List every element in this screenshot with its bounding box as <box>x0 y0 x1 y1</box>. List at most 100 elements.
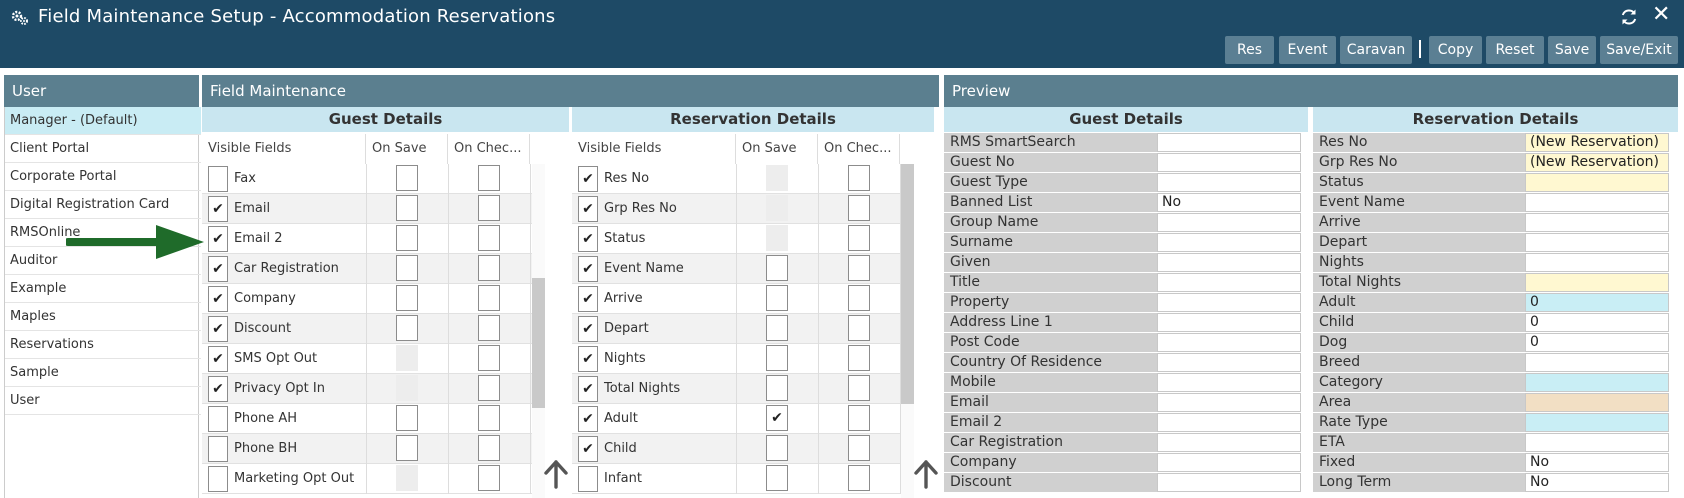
visible-checkbox[interactable]: ✔ <box>208 256 228 282</box>
on-check-in-checkbox[interactable] <box>478 165 500 191</box>
preview-field-input[interactable] <box>1525 433 1669 452</box>
visible-checkbox[interactable]: ✔ <box>578 346 598 372</box>
user-item[interactable]: Maples <box>5 303 201 331</box>
visible-checkbox[interactable] <box>578 466 598 492</box>
user-item[interactable]: Auditor <box>5 247 201 275</box>
user-item[interactable]: Digital Registration Card <box>5 191 201 219</box>
visible-checkbox[interactable]: ✔ <box>578 286 598 312</box>
on-save-checkbox[interactable]: ✔ <box>766 405 788 431</box>
preview-field-input[interactable] <box>1157 293 1301 312</box>
preview-field-input[interactable] <box>1525 353 1669 372</box>
preview-field-input[interactable] <box>1525 413 1669 432</box>
visible-checkbox[interactable]: ✔ <box>208 196 228 222</box>
caravan-button[interactable]: Caravan <box>1340 36 1412 64</box>
save-exit-button[interactable]: Save/Exit <box>1600 36 1678 64</box>
visible-checkbox[interactable]: ✔ <box>578 226 598 252</box>
preview-field-input[interactable] <box>1157 313 1301 332</box>
user-item[interactable]: Corporate Portal <box>5 163 201 191</box>
preview-field-input[interactable] <box>1525 233 1669 252</box>
preview-field-input[interactable] <box>1157 453 1301 472</box>
preview-field-input[interactable] <box>1157 213 1301 232</box>
visible-checkbox[interactable] <box>208 436 228 462</box>
on-check-in-checkbox[interactable] <box>848 195 870 221</box>
up-arrow-icon[interactable] <box>543 459 569 489</box>
visible-checkbox[interactable]: ✔ <box>578 316 598 342</box>
on-check-in-checkbox[interactable] <box>478 435 500 461</box>
guest-on-save-column[interactable]: On Save <box>366 134 448 164</box>
preview-field-input[interactable] <box>1157 173 1301 192</box>
visible-checkbox[interactable]: ✔ <box>578 436 598 462</box>
on-check-in-checkbox[interactable] <box>848 255 870 281</box>
on-save-checkbox[interactable] <box>396 285 418 311</box>
on-save-checkbox[interactable] <box>396 315 418 341</box>
preview-field-input[interactable] <box>1157 373 1301 392</box>
preview-field-input[interactable]: 0 <box>1525 333 1669 352</box>
on-check-in-checkbox[interactable] <box>848 465 870 491</box>
preview-field-input[interactable]: (New Reservation) <box>1525 133 1669 152</box>
guest-scrollbar-thumb[interactable] <box>532 278 545 408</box>
preview-field-input[interactable] <box>1157 153 1301 172</box>
visible-checkbox[interactable]: ✔ <box>578 406 598 432</box>
on-save-checkbox[interactable] <box>766 375 788 401</box>
on-save-checkbox[interactable] <box>396 225 418 251</box>
preview-field-input[interactable]: No <box>1525 473 1669 492</box>
res-visible-fields-column[interactable]: Visible Fields <box>572 134 736 164</box>
preview-field-input[interactable] <box>1157 253 1301 272</box>
refresh-icon[interactable] <box>1619 7 1639 27</box>
user-item[interactable]: Example <box>5 275 201 303</box>
preview-field-input[interactable]: (New Reservation) <box>1525 153 1669 172</box>
visible-checkbox[interactable]: ✔ <box>208 226 228 252</box>
user-item[interactable]: Client Portal <box>5 135 201 163</box>
on-save-checkbox[interactable] <box>396 255 418 281</box>
preview-field-input[interactable]: 0 <box>1525 293 1669 312</box>
user-item[interactable]: RMSOnline <box>5 219 201 247</box>
on-check-in-checkbox[interactable] <box>478 285 500 311</box>
on-check-in-checkbox[interactable] <box>848 165 870 191</box>
preview-field-input[interactable] <box>1525 273 1669 292</box>
on-save-checkbox[interactable] <box>396 165 418 191</box>
reservation-scrollbar[interactable] <box>901 164 914 498</box>
up-arrow-icon[interactable] <box>913 459 939 489</box>
on-save-checkbox[interactable] <box>766 465 788 491</box>
preview-field-input[interactable] <box>1157 393 1301 412</box>
on-check-in-checkbox[interactable] <box>848 345 870 371</box>
user-item[interactable]: Reservations <box>5 331 201 359</box>
close-icon[interactable]: ✕ <box>1652 2 1670 27</box>
res-button[interactable]: Res <box>1225 36 1274 64</box>
visible-checkbox[interactable]: ✔ <box>578 196 598 222</box>
on-check-in-checkbox[interactable] <box>848 435 870 461</box>
preview-field-input[interactable]: 0 <box>1525 313 1669 332</box>
preview-field-input[interactable] <box>1157 413 1301 432</box>
res-on-check-column[interactable]: On Chec... <box>818 134 900 164</box>
preview-field-input[interactable] <box>1157 233 1301 252</box>
preview-field-input[interactable] <box>1525 173 1669 192</box>
preview-field-input[interactable] <box>1525 373 1669 392</box>
visible-checkbox[interactable]: ✔ <box>578 376 598 402</box>
on-check-in-checkbox[interactable] <box>478 405 500 431</box>
visible-checkbox[interactable] <box>208 466 228 492</box>
on-check-in-checkbox[interactable] <box>478 375 500 401</box>
preview-field-input[interactable] <box>1525 193 1669 212</box>
on-check-in-checkbox[interactable] <box>848 405 870 431</box>
visible-checkbox[interactable] <box>208 406 228 432</box>
visible-checkbox[interactable]: ✔ <box>208 346 228 372</box>
preview-field-input[interactable] <box>1157 353 1301 372</box>
visible-checkbox[interactable]: ✔ <box>208 376 228 402</box>
user-item[interactable]: Manager - (Default) <box>5 107 201 135</box>
preview-field-input[interactable] <box>1157 273 1301 292</box>
on-save-checkbox[interactable] <box>396 435 418 461</box>
guest-on-check-column[interactable]: On Chec... <box>448 134 530 164</box>
on-check-in-checkbox[interactable] <box>848 315 870 341</box>
event-button[interactable]: Event <box>1279 36 1336 64</box>
on-check-in-checkbox[interactable] <box>848 225 870 251</box>
reservation-scrollbar-thumb[interactable] <box>901 164 914 404</box>
preview-field-input[interactable] <box>1157 133 1301 152</box>
preview-field-input[interactable] <box>1525 393 1669 412</box>
on-check-in-checkbox[interactable] <box>478 195 500 221</box>
preview-field-input[interactable] <box>1157 473 1301 492</box>
on-check-in-checkbox[interactable] <box>848 285 870 311</box>
on-save-checkbox[interactable] <box>766 435 788 461</box>
on-save-checkbox[interactable] <box>766 255 788 281</box>
on-save-checkbox[interactable] <box>766 285 788 311</box>
on-save-checkbox[interactable] <box>396 195 418 221</box>
